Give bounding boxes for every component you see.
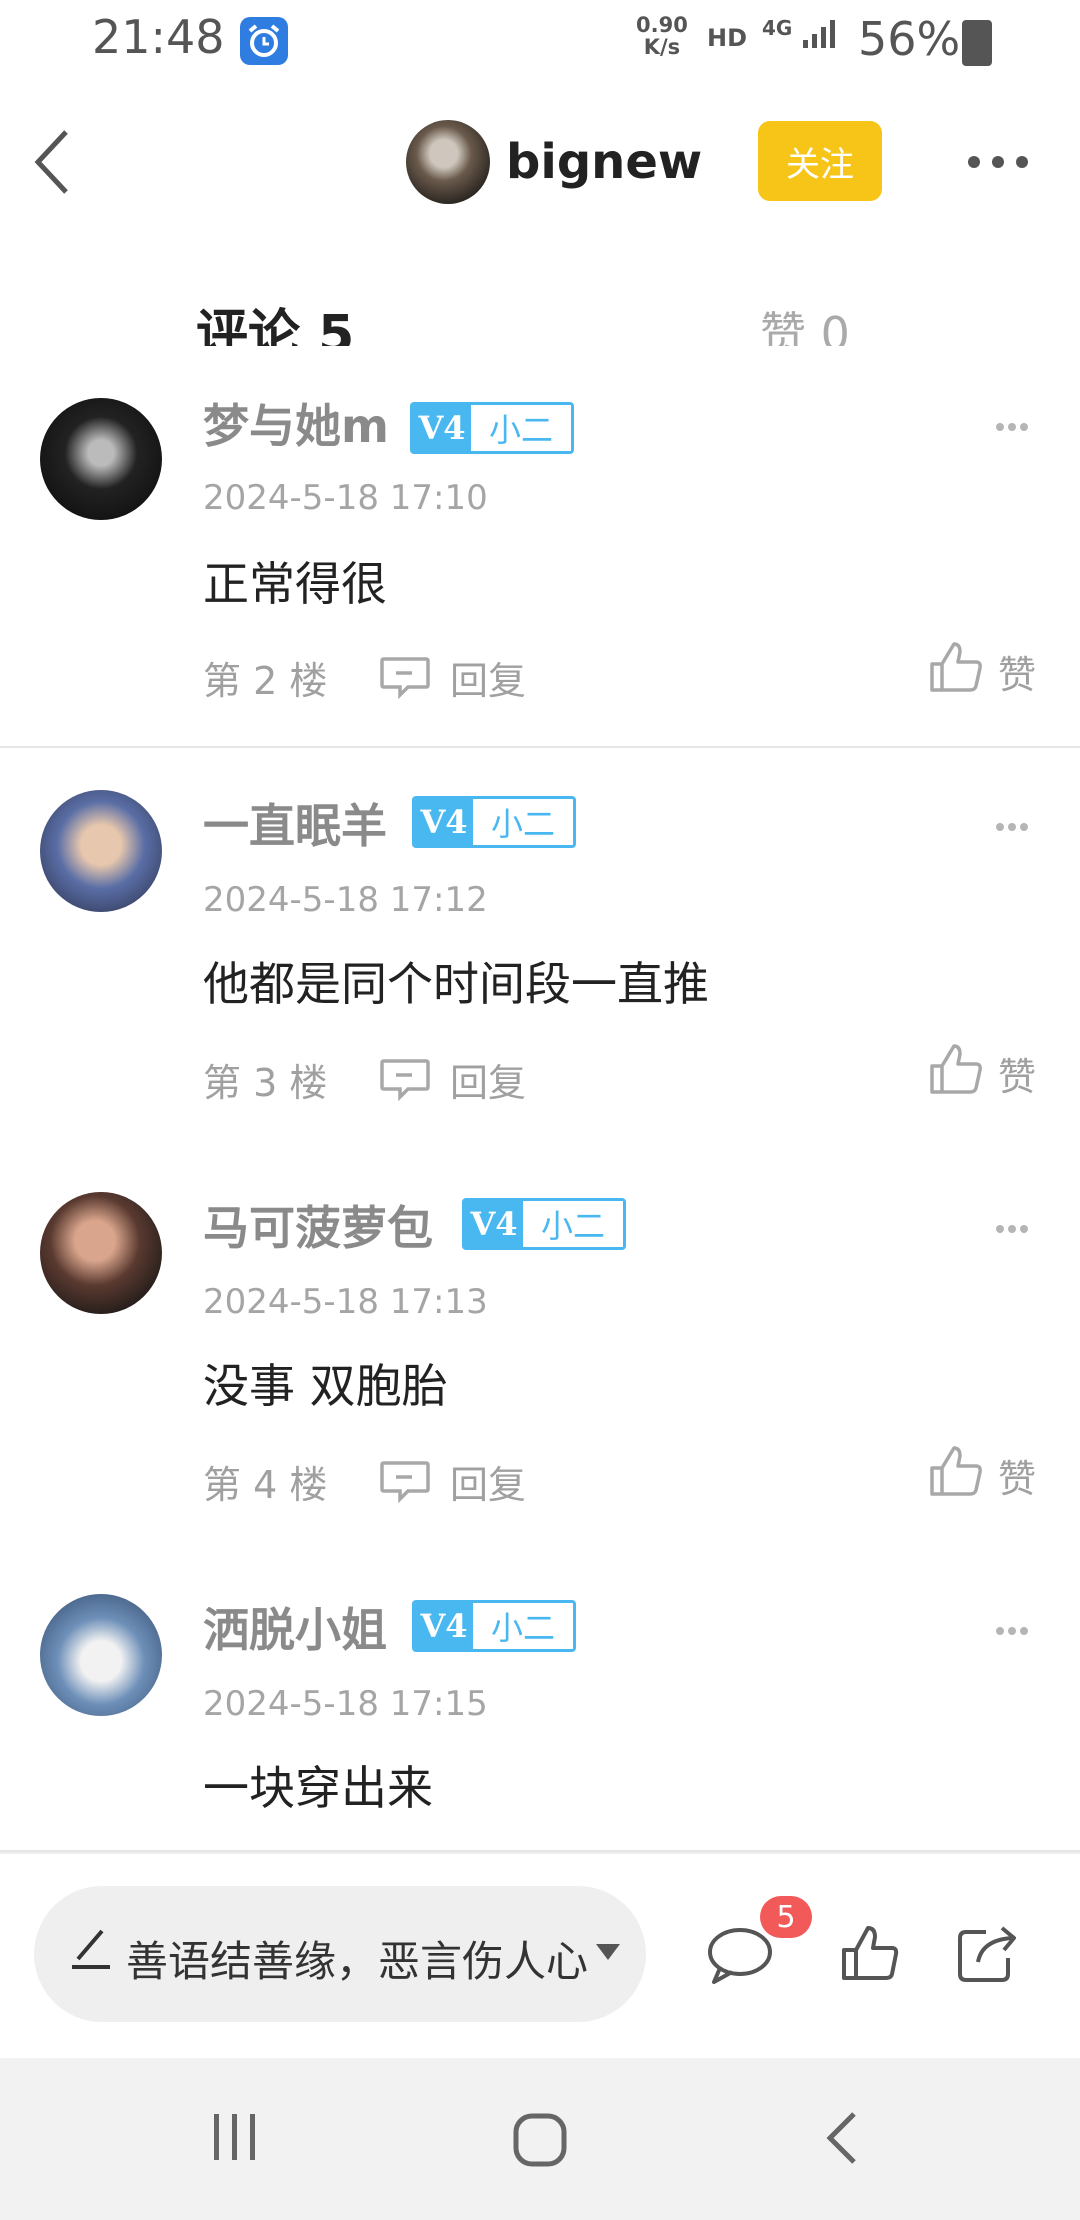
like-button[interactable]: 赞: [998, 1448, 1036, 1503]
back-icon[interactable]: [30, 126, 78, 198]
comment-text: 他都是同个时间段一直推: [203, 957, 709, 1011]
badge-level: V4: [465, 1201, 523, 1247]
comment-more-icon[interactable]: [994, 418, 1030, 431]
floor-number: 第 3 楼: [203, 1061, 328, 1105]
thumbs-up-icon[interactable]: [928, 1444, 984, 1498]
comment-more-icon[interactable]: [994, 818, 1030, 831]
floor-number: 第 2 楼: [203, 659, 328, 703]
status-bar: 21:48 0.90 K/s HD 4G 56%: [0, 0, 1080, 80]
avatar[interactable]: [40, 398, 162, 520]
net-speed-unit: K/s: [643, 35, 681, 59]
more-options-icon[interactable]: [966, 150, 1030, 174]
badge-level: V4: [413, 405, 471, 451]
badge-title: 小二: [473, 1603, 574, 1649]
like-button[interactable]: 赞: [998, 1046, 1036, 1101]
comment-more-icon[interactable]: [994, 1622, 1030, 1635]
reply-icon[interactable]: [378, 1057, 432, 1102]
comment-item: 洒脱小姐 V4 小二 2024-5-18 17:15 一块穿出来: [0, 1552, 1080, 1852]
badge-level: V4: [415, 1603, 473, 1649]
comment-date: 2024-5-18 17:12: [203, 880, 488, 920]
level-badge: V4 小二: [412, 1600, 577, 1652]
avatar[interactable]: [40, 790, 162, 912]
comment-date: 2024-5-18 17:13: [203, 1282, 488, 1322]
comment-item: 梦与她m V4 小二 2024-5-18 17:10 正常得很 第 2 楼 回复…: [0, 346, 1080, 748]
comment-text: 没事 双胞胎: [203, 1359, 448, 1413]
comment-count-badge: 5: [760, 1896, 812, 1938]
avatar[interactable]: [40, 1192, 162, 1314]
status-time: 21:48: [92, 10, 225, 64]
comment-text: 正常得很: [203, 557, 387, 611]
badge-level: V4: [415, 799, 473, 845]
battery-icon: [962, 20, 992, 66]
comment-input-placeholder[interactable]: 善语结善缘，恶言伤人心: [126, 1928, 596, 1989]
commenter-name[interactable]: 梦与她m: [203, 390, 389, 456]
reply-icon[interactable]: [378, 1459, 432, 1504]
avatar[interactable]: [40, 1594, 162, 1716]
comment-date: 2024-5-18 17:15: [203, 1684, 488, 1724]
comment-more-icon[interactable]: [994, 1220, 1030, 1233]
reply-button[interactable]: 回复: [450, 1052, 526, 1107]
commenter-name[interactable]: 马可菠萝包: [203, 1192, 433, 1258]
recent-apps-icon[interactable]: [210, 2112, 260, 2162]
signal-icon: 4G: [762, 16, 843, 50]
hd-indicator: HD: [707, 24, 748, 52]
level-badge: V4 小二: [462, 1198, 627, 1250]
comment-text: 一块穿出来: [203, 1761, 433, 1815]
level-badge: V4 小二: [412, 796, 577, 848]
network-type: 4G: [762, 16, 793, 40]
username[interactable]: bignew: [506, 134, 702, 190]
reply-button[interactable]: 回复: [450, 650, 526, 705]
badge-title: 小二: [471, 405, 572, 451]
pen-icon: [70, 1925, 114, 1971]
thumbs-up-icon[interactable]: [928, 640, 984, 694]
commenter-name[interactable]: 洒脱小姐: [203, 1594, 387, 1660]
comment-item: 马可菠萝包 V4 小二 2024-5-18 17:13 没事 双胞胎 第 4 楼…: [0, 1150, 1080, 1554]
caret-down-icon: [594, 1942, 622, 1962]
follow-button[interactable]: 关注: [758, 121, 882, 201]
level-badge: V4 小二: [410, 402, 575, 454]
floor-number: 第 4 楼: [203, 1463, 328, 1507]
home-icon[interactable]: [512, 2112, 568, 2168]
badge-title: 小二: [523, 1201, 624, 1247]
share-icon[interactable]: [956, 1922, 1020, 1984]
avatar[interactable]: [406, 120, 490, 204]
nav-back-icon[interactable]: [822, 2110, 862, 2166]
reply-icon[interactable]: [378, 655, 432, 700]
like-button[interactable]: 赞: [998, 644, 1036, 699]
commenter-name[interactable]: 一直眠羊: [203, 790, 387, 856]
battery-percent: 56%: [858, 12, 961, 66]
thumbs-up-icon[interactable]: [840, 1924, 900, 1982]
comment-item: 一直眠羊 V4 小二 2024-5-18 17:12 他都是同个时间段一直推 第…: [0, 748, 1080, 1152]
thumbs-up-icon[interactable]: [928, 1042, 984, 1096]
comment-bubble-icon[interactable]: [706, 1924, 774, 1986]
badge-title: 小二: [473, 799, 574, 845]
net-speed-value: 0.90: [636, 13, 688, 37]
network-speed: 0.90 K/s: [636, 14, 688, 58]
comment-date: 2024-5-18 17:10: [203, 478, 488, 518]
reply-button[interactable]: 回复: [450, 1454, 526, 1509]
alarm-icon: [240, 17, 288, 65]
